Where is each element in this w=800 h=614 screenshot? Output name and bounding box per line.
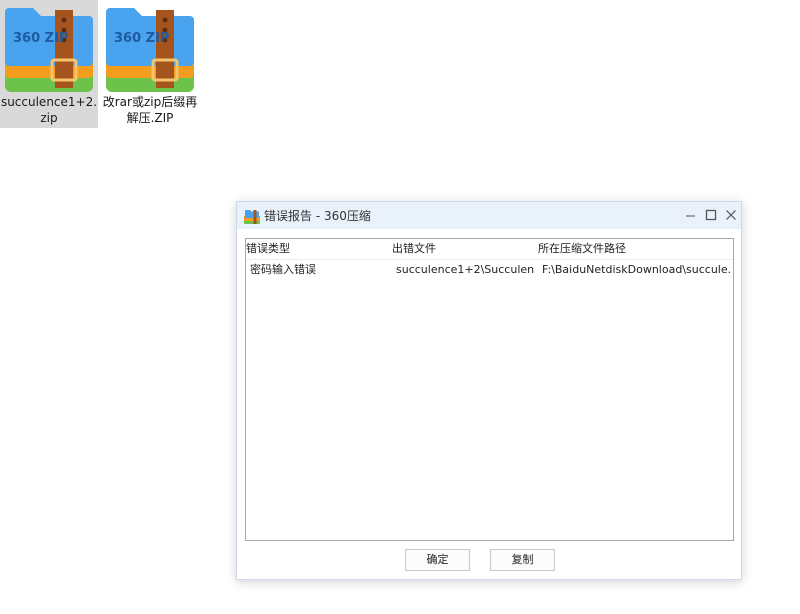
zip-logo-text: 360 ZIP: [114, 31, 169, 46]
maximize-icon: [705, 209, 717, 221]
error-list-header: 错误类型 出错文件 所在压缩文件路径: [246, 239, 733, 260]
maximize-button[interactable]: [701, 205, 721, 225]
close-icon: [726, 210, 736, 220]
file-name-label: succulence1+2.zip: [0, 95, 98, 125]
dialog-title: 错误报告 - 360压缩: [264, 209, 371, 223]
desktop-file-zip-1[interactable]: 360 ZIP succulence1+2.zip: [0, 0, 98, 128]
zip-logo-text: 360 ZIP: [13, 31, 68, 46]
ok-button[interactable]: 确定: [405, 549, 470, 571]
error-list[interactable]: 错误类型 出错文件 所在压缩文件路径 密码输入错误 succulence1+2\…: [245, 238, 734, 541]
error-report-dialog: 错误报告 - 360压缩 错误类型 出错文件 所在压缩文件路径 密码输入错误 s…: [236, 201, 742, 580]
file-name-label: 改rar或zip后缀再解压.ZIP: [102, 95, 198, 125]
zip-archive-icon: 360 ZIP: [5, 8, 93, 92]
dialog-titlebar[interactable]: 错误报告 - 360压缩: [237, 202, 741, 229]
cell-archive-path: F:\BaiduNetdiskDownload\succule...: [542, 263, 730, 276]
copy-button[interactable]: 复制: [490, 549, 555, 571]
app-zip-icon: [244, 210, 260, 224]
table-row[interactable]: 密码输入错误 succulence1+2\Succulen... F:\Baid…: [246, 261, 733, 279]
column-header-archive-path[interactable]: 所在压缩文件路径: [538, 242, 626, 256]
desktop: 360 ZIP succulence1+2.zip 360 ZIP 改rar或z…: [0, 0, 800, 614]
column-header-error-file[interactable]: 出错文件: [392, 242, 436, 256]
close-button[interactable]: [721, 205, 741, 225]
cell-error-file: succulence1+2\Succulen...: [396, 263, 534, 276]
desktop-file-zip-2[interactable]: 360 ZIP 改rar或zip后缀再解压.ZIP: [101, 0, 199, 128]
minimize-icon: [686, 215, 695, 217]
cell-error-type: 密码输入错误: [250, 263, 316, 276]
column-header-error-type[interactable]: 错误类型: [246, 242, 290, 256]
minimize-button[interactable]: [681, 205, 701, 225]
zip-archive-icon: 360 ZIP: [106, 8, 194, 92]
